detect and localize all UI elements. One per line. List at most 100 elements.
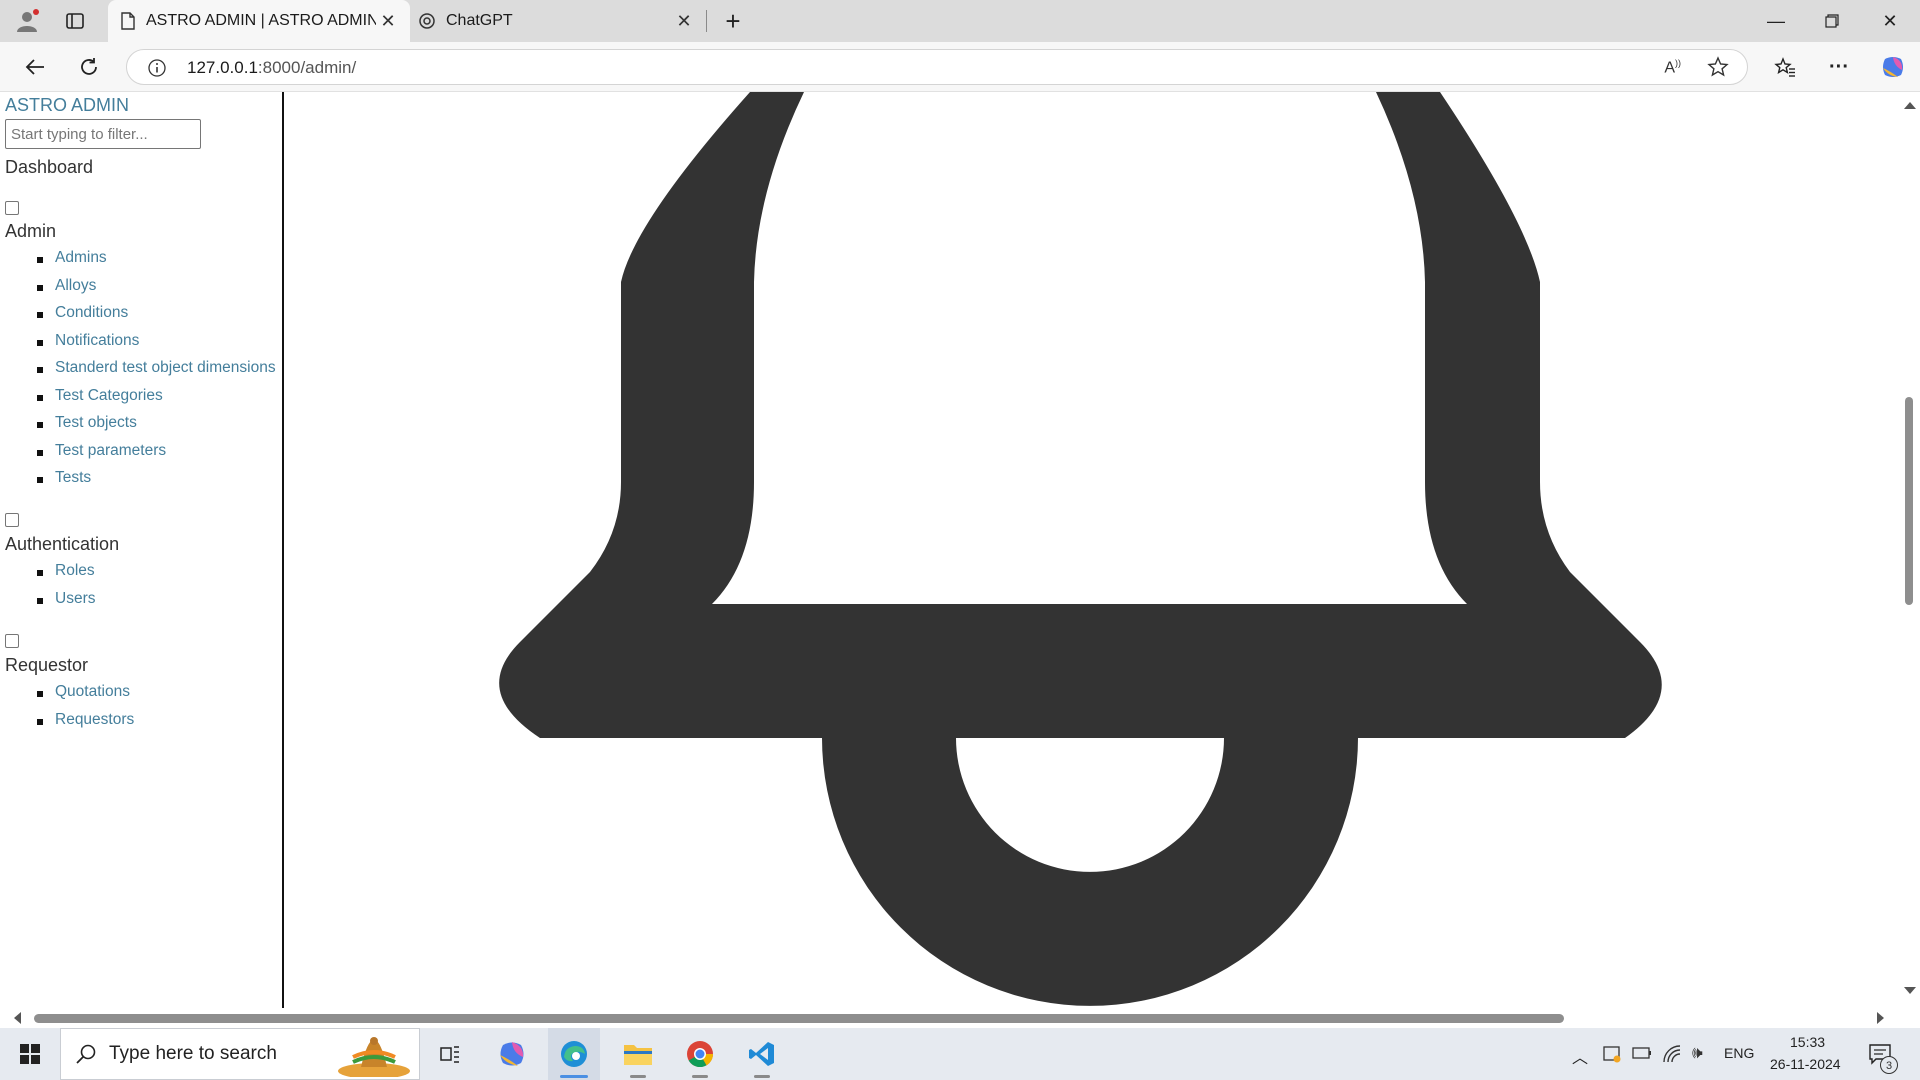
admin-sidebar: ASTRO ADMIN Dashboard Admin Admins Alloy… — [0, 92, 284, 1008]
notification-count-badge: 3 — [1880, 1056, 1898, 1074]
bullet-icon — [37, 449, 43, 456]
chrome-app-icon[interactable] — [674, 1028, 726, 1080]
url-text[interactable]: 127.0.0.1:8000/admin/ — [187, 58, 356, 78]
refresh-button[interactable] — [72, 50, 106, 84]
horizontal-scrollbar[interactable] — [0, 1008, 1898, 1028]
taskbar-search-box[interactable]: Type here to search — [60, 1028, 420, 1080]
volume-icon[interactable]: 🕪 — [1692, 1043, 1703, 1063]
bullet-icon — [37, 597, 43, 604]
nav-link-test-objects[interactable]: Test objects — [55, 414, 137, 432]
url-host: 127.0.0.1 — [187, 58, 258, 77]
search-highlight-image-icon — [333, 1033, 415, 1077]
close-icon[interactable]: ✕ — [672, 11, 696, 32]
search-placeholder: Type here to search — [109, 1043, 277, 1064]
tab-actions-icon[interactable] — [60, 6, 90, 36]
more-options-icon[interactable]: ··· — [1822, 50, 1856, 84]
nav-link-conditions[interactable]: Conditions — [55, 304, 128, 322]
close-window-button[interactable]: ✕ — [1862, 0, 1918, 42]
favorite-star-icon[interactable] — [1707, 56, 1729, 78]
group-toggle-checkbox[interactable] — [5, 634, 19, 648]
bullet-icon — [37, 691, 43, 697]
bullet-icon — [37, 570, 43, 576]
bullet-icon — [37, 367, 43, 373]
bullet-icon — [37, 339, 43, 346]
bullet-icon — [37, 312, 43, 318]
group-toggle-checkbox[interactable] — [5, 513, 19, 527]
nav-link-admins[interactable]: Admins — [55, 249, 107, 267]
url-path: :8000/admin/ — [257, 58, 357, 77]
language-indicator[interactable]: ENG — [1724, 1045, 1754, 1061]
close-icon[interactable]: ✕ — [376, 11, 400, 32]
browser-toolbar: 127.0.0.1:8000/admin/ A)) ··· — [0, 42, 1920, 92]
windows-taskbar: Type here to search ︿ 🕪 ENG 15:33 26-11-… — [0, 1028, 1920, 1080]
restore-button[interactable] — [1804, 0, 1860, 42]
minimize-button[interactable]: — — [1748, 0, 1804, 42]
vertical-scroll-thumb[interactable] — [1905, 397, 1913, 605]
running-app-indicator — [630, 1075, 646, 1078]
nav-link-roles[interactable]: Roles — [55, 562, 95, 580]
group-toggle-checkbox[interactable] — [5, 201, 19, 215]
back-button[interactable] — [18, 50, 52, 84]
main-content — [286, 92, 1896, 1008]
copilot-app-icon[interactable] — [486, 1028, 538, 1080]
scroll-right-arrow-icon[interactable] — [1877, 1012, 1884, 1024]
bullet-icon — [37, 477, 43, 483]
tab-astro-admin[interactable]: ASTRO ADMIN | ASTRO ADMIN ✕ — [108, 0, 410, 42]
active-app-indicator — [560, 1075, 588, 1078]
tab-title: ASTRO ADMIN | ASTRO ADMIN — [146, 12, 376, 29]
clock-time[interactable]: 15:33 — [1790, 1034, 1825, 1050]
windows-start-icon[interactable] — [4, 1028, 56, 1080]
favorites-icon[interactable] — [1768, 50, 1802, 84]
scroll-up-arrow-icon[interactable] — [1904, 102, 1916, 109]
nav-link-notifications[interactable]: Notifications — [55, 332, 139, 350]
bullet-icon — [37, 284, 43, 291]
page-viewport: ASTRO ADMIN Dashboard Admin Admins Alloy… — [0, 92, 1920, 1028]
dashboard-link[interactable]: Dashboard — [5, 157, 93, 178]
address-bar[interactable]: 127.0.0.1:8000/admin/ A)) — [126, 49, 1748, 85]
tab-title: ChatGPT — [446, 12, 513, 29]
site-info-icon[interactable] — [147, 58, 167, 78]
bell-icon — [499, 92, 1662, 1006]
vertical-scrollbar[interactable] — [1898, 92, 1920, 1008]
chevron-up-icon[interactable]: ︿ — [1572, 1044, 1588, 1068]
vscode-app-icon[interactable] — [736, 1028, 788, 1080]
tab-chatgpt[interactable]: ChatGPT ✕ — [412, 0, 706, 42]
bullet-icon — [37, 394, 43, 401]
browser-tab-strip: ASTRO ADMIN | ASTRO ADMIN ✕ ChatGPT ✕ + … — [0, 0, 1920, 42]
nav-link-standerd-test-object-dimensions[interactable]: Standerd test object dimensions — [55, 359, 276, 377]
task-view-icon[interactable] — [424, 1028, 476, 1080]
bullet-icon — [37, 718, 43, 725]
clock-date[interactable]: 26-11-2024 — [1770, 1056, 1841, 1072]
nav-link-test-parameters[interactable]: Test parameters — [55, 442, 166, 460]
nav-link-alloys[interactable]: Alloys — [55, 277, 96, 295]
profile-icon[interactable] — [12, 6, 42, 36]
nav-link-tests[interactable]: Tests — [55, 469, 91, 487]
scroll-left-arrow-icon[interactable] — [14, 1012, 21, 1024]
defender-tray-icon[interactable] — [1602, 1044, 1622, 1064]
running-app-indicator — [692, 1075, 708, 1078]
page-icon — [120, 12, 136, 30]
tab-separator — [706, 10, 707, 32]
nav-filter-input[interactable] — [5, 119, 201, 149]
group-title-requestor: Requestor — [5, 655, 89, 675]
site-brand-link[interactable]: ASTRO ADMIN — [5, 95, 129, 116]
nav-link-requestors[interactable]: Requestors — [55, 711, 134, 729]
nav-link-users[interactable]: Users — [55, 590, 95, 608]
nav-link-test-categories[interactable]: Test Categories — [55, 387, 163, 405]
edge-app-icon[interactable] — [548, 1028, 600, 1080]
bullet-icon — [37, 257, 43, 263]
running-app-indicator — [754, 1075, 770, 1078]
horizontal-scroll-thumb[interactable] — [34, 1014, 1564, 1023]
search-icon — [75, 1043, 97, 1065]
group-title-admin: Admin — [5, 221, 57, 241]
file-explorer-icon[interactable] — [612, 1028, 664, 1080]
new-tab-button[interactable]: + — [718, 6, 748, 36]
nav-link-quotations[interactable]: Quotations — [55, 683, 130, 701]
copilot-icon[interactable] — [1876, 50, 1910, 84]
chatgpt-icon — [418, 12, 436, 30]
group-title-authentication: Authentication — [5, 534, 120, 554]
scroll-down-arrow-icon[interactable] — [1904, 987, 1916, 994]
read-aloud-icon[interactable]: A)) — [1664, 58, 1681, 77]
wifi-icon[interactable] — [1662, 1044, 1682, 1064]
battery-icon[interactable] — [1632, 1046, 1652, 1060]
